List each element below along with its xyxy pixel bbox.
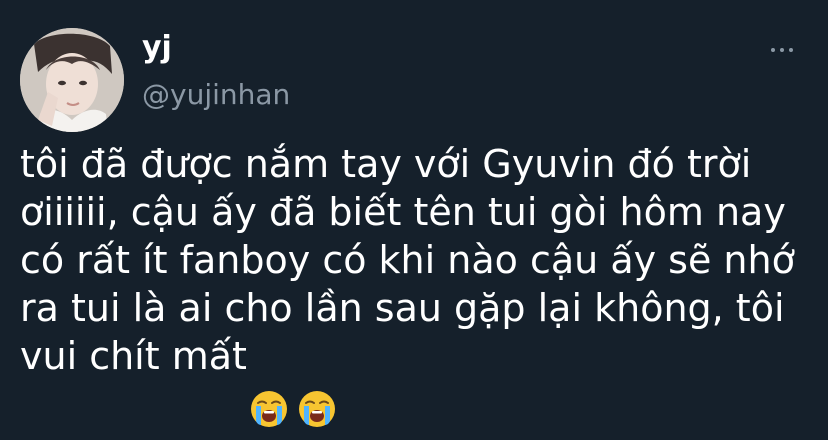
- emoji-row: [249, 341, 337, 427]
- display-name[interactable]: yj: [142, 30, 172, 66]
- tweet-card: yj @yujinhan tôi đã được nắm tay với Gyu…: [0, 0, 828, 427]
- avatar-image: [20, 28, 124, 132]
- loudly-crying-face-icon: [249, 341, 289, 427]
- more-dot-icon: [771, 48, 775, 52]
- loudly-crying-face-icon: [297, 341, 337, 427]
- avatar[interactable]: [20, 28, 124, 132]
- more-dot-icon: [789, 48, 793, 52]
- more-options-button[interactable]: [764, 36, 800, 64]
- tweet-text: tôi đã được nắm tay với Gyuvin đó trời ơ…: [20, 140, 810, 427]
- tweet-body: tôi đã được nắm tay với Gyuvin đó trời ơ…: [20, 142, 795, 378]
- user-handle[interactable]: @yujinhan: [142, 78, 290, 112]
- more-dot-icon: [780, 48, 784, 52]
